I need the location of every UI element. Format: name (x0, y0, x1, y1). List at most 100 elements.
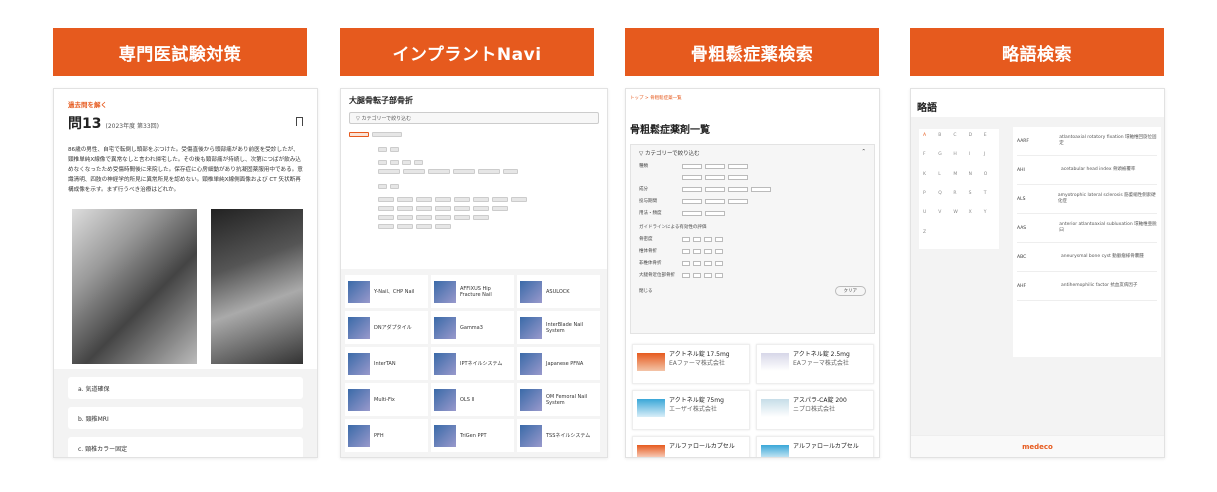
drug-maker: ニプロ株式会社 (793, 406, 836, 413)
filter-header[interactable]: ▽ カテゴリーで絞り込む ⌃ (639, 149, 866, 157)
letter-t[interactable]: T (984, 191, 995, 206)
drug-card[interactable]: アスパラ-CA錠 200 ニプロ株式会社 (756, 390, 874, 430)
header-implant-navi[interactable]: インプラントNavi (340, 28, 594, 76)
abbreviation-row[interactable]: AHF antihemophilic factor 抗血友病因子 (1017, 272, 1157, 301)
header-abbreviation-search[interactable]: 略語検索 (910, 28, 1164, 76)
xray-images (72, 209, 303, 364)
product-card[interactable]: AFFIXUS Hip Fracture Nail (431, 275, 514, 308)
clear-button[interactable]: クリア (834, 286, 866, 296)
abbreviation-row[interactable]: AARF atlantoaxial rotatory fixation 環軸椎回旋… (1017, 127, 1157, 156)
letter-e[interactable]: E (984, 133, 995, 148)
question-year: (2023年度 第33回) (105, 123, 159, 130)
chevron-up-icon[interactable]: ⌃ (861, 149, 866, 157)
drug-card[interactable]: アクトネル錠 17.5mg EAファーマ株式会社 (632, 344, 750, 384)
abbr: ABC (1017, 254, 1027, 260)
letter-h[interactable]: H (953, 152, 964, 167)
letter-b[interactable]: B (938, 133, 949, 148)
header-osteoporosis-search[interactable]: 骨粗鬆症薬検索 (625, 28, 879, 76)
abbr: AARF (1017, 138, 1029, 144)
letter-s[interactable]: S (969, 191, 980, 206)
page-title: 略語 (911, 89, 1164, 117)
drug-card[interactable]: アクトネル錠 2.5mg EAファーマ株式会社 (756, 344, 874, 384)
letter-d[interactable]: D (969, 133, 980, 148)
letter-y[interactable]: Y (984, 210, 995, 225)
implant-panel: 大腿骨転子部骨折 ▽ カテゴリーで絞り込む Y-Nail、CHP Nail AF… (340, 88, 608, 458)
letter-c[interactable]: C (953, 133, 964, 148)
product-image (348, 424, 370, 447)
abbr: AHF (1017, 283, 1027, 289)
collapse-button[interactable]: 閉じる (639, 288, 653, 294)
drug-name: アルファロールカプセル (669, 443, 735, 450)
header-specialist-exam[interactable]: 専門医試験対策 (53, 28, 307, 76)
product-card[interactable]: InterBlade Nail System (517, 311, 600, 344)
product-card[interactable]: ASULOCK (517, 275, 600, 308)
letter-p[interactable]: P (923, 191, 934, 206)
letter-g[interactable]: G (938, 152, 949, 167)
breadcrumb[interactable]: トップ > 骨粗鬆症薬一覧 (626, 89, 879, 107)
product-card[interactable]: Y-Nail、CHP Nail (345, 275, 428, 308)
letter-f[interactable]: F (923, 152, 934, 167)
abbreviation-row[interactable]: ALS amyotrophic lateral sclerosis 筋萎縮性側索硬… (1017, 185, 1157, 214)
option-b[interactable]: b. 頸椎MRI (68, 407, 303, 429)
product-image (520, 352, 542, 375)
footer-logo: medeco (911, 435, 1164, 457)
drug-card[interactable]: アルファロールカプセル (632, 436, 750, 457)
product-card[interactable]: Gamma3 (431, 311, 514, 344)
product-card[interactable]: TriGen PPT (431, 419, 514, 452)
letter-r[interactable]: R (953, 191, 964, 206)
letter-x[interactable]: X (969, 210, 980, 225)
letter-q[interactable]: Q (938, 191, 949, 206)
product-image (434, 388, 456, 411)
product-card[interactable]: TSSネイルシステム (517, 419, 600, 452)
drug-image (637, 399, 665, 417)
abbreviation-row[interactable]: AAS anterior atlantoaxial subluxation 環軸椎… (1017, 214, 1157, 243)
product-card[interactable]: IPTネイルシステム (431, 347, 514, 380)
abbr-desc: acetabular head index 骨頭被覆率 (1061, 167, 1136, 172)
letter-w[interactable]: W (953, 210, 964, 225)
product-card[interactable]: InterTAN (345, 347, 428, 380)
guideline-row-label: 非椎体骨折 (639, 261, 662, 266)
product-card[interactable]: OM Femoral Nail System (517, 383, 600, 416)
letter-z[interactable]: Z (923, 230, 934, 245)
product-card[interactable]: DNアダプタイル (345, 311, 428, 344)
drug-card[interactable]: アクトネル錠 75mg エーザイ株式会社 (632, 390, 750, 430)
filter-row-label: 成分 (639, 187, 648, 192)
drug-name: アスパラ-CA錠 200 (793, 397, 847, 404)
alphabet-index: ABCDE FGHIJ KLMNO PQRST UVWXY Z (919, 129, 999, 249)
letter-j[interactable]: J (984, 152, 995, 167)
question-body: 86歳の男性、自宅で転倒し頭部をぶつけた。受傷直後から頭部痛があり前医を受診した… (68, 147, 303, 193)
filter-label: カテゴリーで絞り込む (644, 151, 700, 157)
abbreviation-row[interactable]: AHI acetabular head index 骨頭被覆率 (1017, 156, 1157, 185)
letter-u[interactable]: U (923, 210, 934, 225)
product-card[interactable]: PFH (345, 419, 428, 452)
product-name: OLS II (460, 396, 475, 403)
letter-o[interactable]: O (984, 172, 995, 187)
product-image (520, 388, 542, 411)
letter-v[interactable]: V (938, 210, 949, 225)
solve-past-tag: 過去問を解く (68, 101, 107, 109)
letter-k[interactable]: K (923, 172, 934, 187)
drug-maker: エーザイ株式会社 (669, 406, 717, 413)
letter-a[interactable]: A (923, 133, 934, 148)
product-card[interactable]: OLS II (431, 383, 514, 416)
drug-card[interactable]: アルファロールカプセル (756, 436, 874, 457)
product-card[interactable]: Japanese PFNA (517, 347, 600, 380)
letter-i[interactable]: I (969, 152, 980, 167)
letter-m[interactable]: M (953, 172, 964, 187)
product-name: AFFIXUS Hip Fracture Nail (460, 285, 492, 298)
product-name: IPTネイルシステム (460, 361, 503, 367)
product-card[interactable]: Multi-Fix (345, 383, 428, 416)
exam-panel: 過去問を解く 問13 (2023年度 第33回) 86歳の男性、自宅で転倒し頭部を… (53, 88, 318, 458)
letter-n[interactable]: N (969, 172, 980, 187)
abbreviation-row[interactable]: ABC aneurysmal bone cyst 動脈瘤様骨嚢腫 (1017, 243, 1157, 272)
abbr-desc: antihemophilic factor 抗血友病因子 (1061, 283, 1138, 288)
product-image (520, 316, 542, 339)
option-a[interactable]: a. 気道確保 (68, 377, 303, 399)
letter-l[interactable]: L (938, 172, 949, 187)
category-filter[interactable]: ▽ カテゴリーで絞り込む (349, 112, 599, 124)
question-title: 問13 (2023年度 第33回) (68, 113, 303, 133)
osteoporosis-panel: トップ > 骨粗鬆症薬一覧 骨粗鬆症薬剤一覧 ▽ カテゴリーで絞り込む ⌃ 種類 … (625, 88, 880, 458)
option-c[interactable]: c. 頸椎カラー固定 (68, 437, 303, 457)
bookmark-icon[interactable] (296, 117, 303, 126)
product-image (520, 280, 542, 303)
